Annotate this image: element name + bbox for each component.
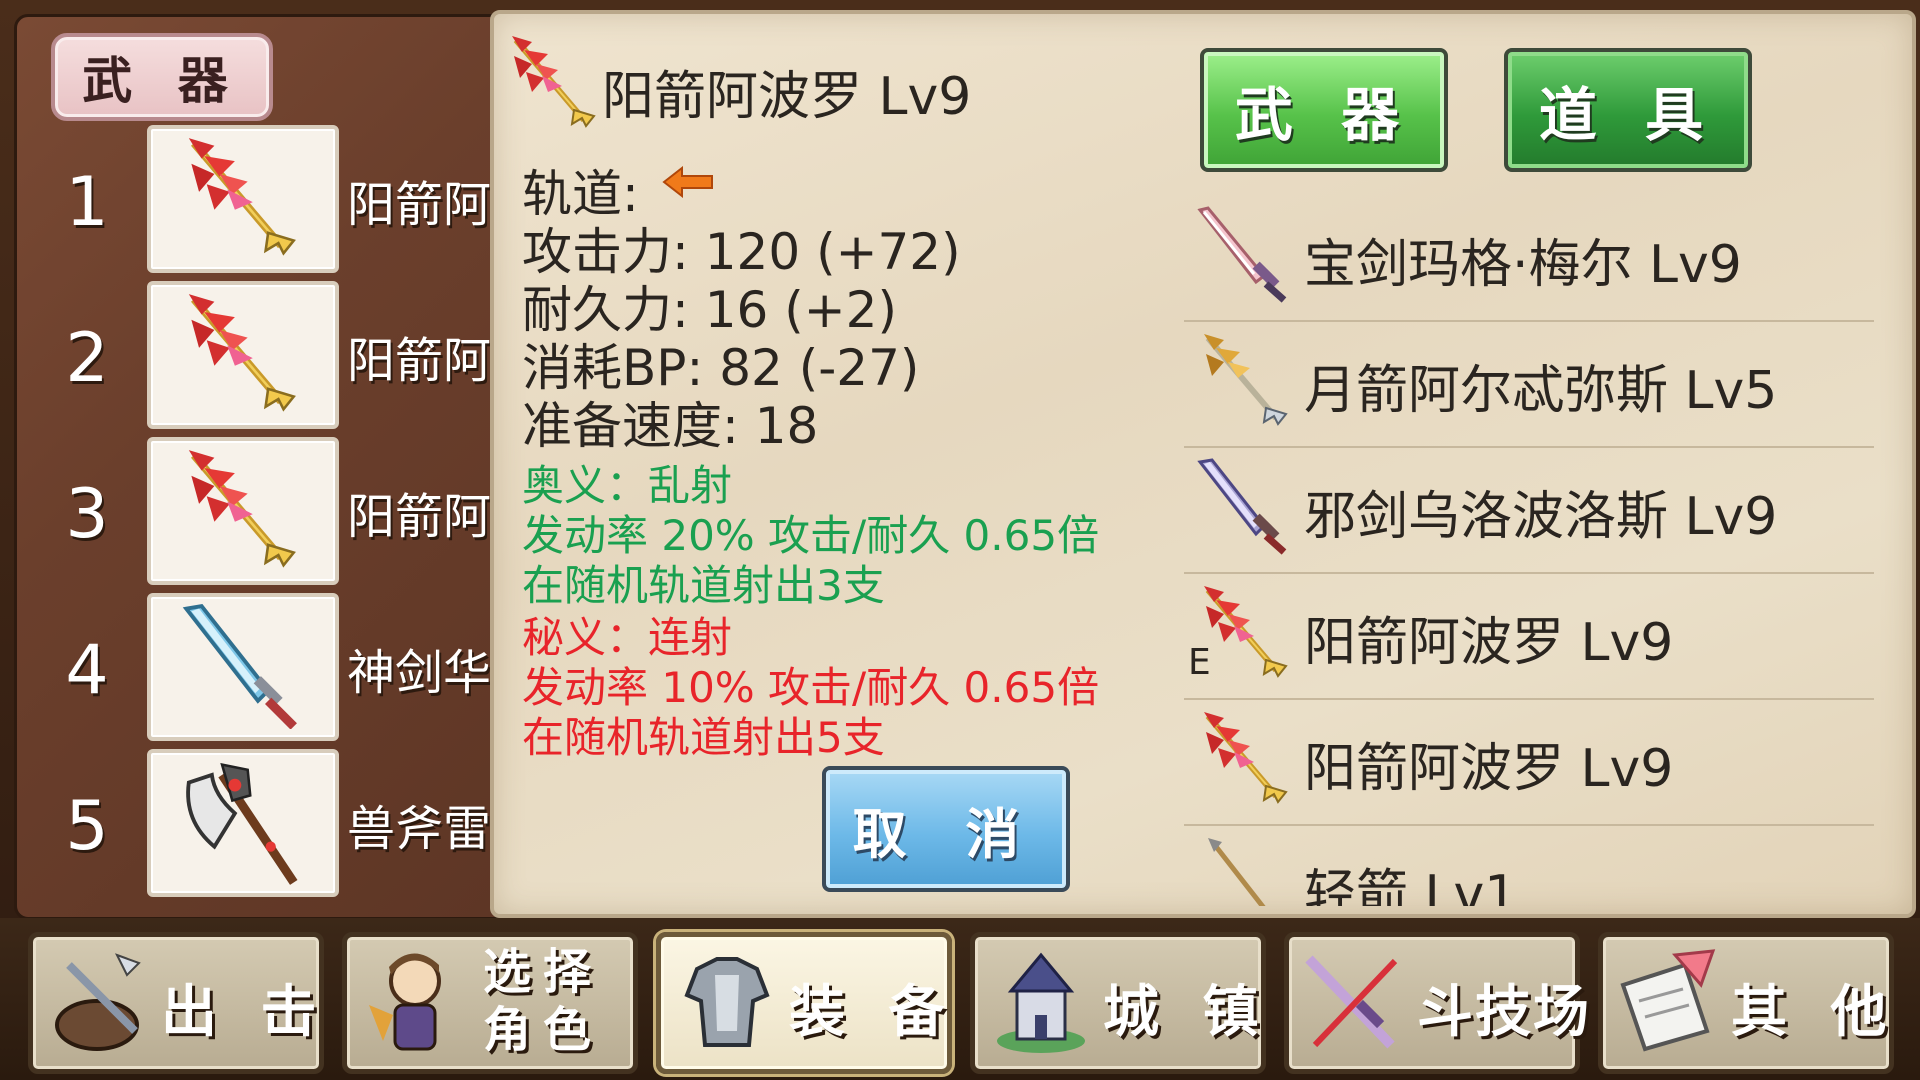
weapon-name: 宝剑玛格·梅尔 Lv9 [1304,235,1742,295]
weapon-list-item[interactable]: 轻箭 Lv1 [1184,824,1874,906]
weapon-list-item[interactable]: 宝剑玛格·梅尔 Lv9 [1184,194,1874,322]
nav-sortie-button[interactable]: 出 击 [28,932,324,1074]
nav-label: 装 备 [789,980,957,1045]
slot-weapon-name: 阳箭阿 [347,177,492,233]
sun-arrow-icon [502,32,602,132]
slot-number: 4 [65,631,109,710]
bottom-nav: 出 击 选择 角色 装 备 城 镇 斗技场 其 他 [0,918,1920,1080]
pink-sword-icon [1194,204,1294,304]
nav-label: 出 击 [161,980,329,1045]
weapon-list-item[interactable]: E 阳箭阿波罗 Lv9 [1184,572,1874,700]
weapon-list-item[interactable]: 邪剑乌洛波洛斯 Lv9 [1184,446,1874,574]
weapon-slot-2[interactable]: 2 阳箭阿 [17,281,497,431]
slot-weapon-name: 神剑华 [347,645,492,701]
panel-title: 武 器 [51,33,273,121]
left-arrow-icon [662,166,713,198]
weapon-name: 邪剑乌洛波洛斯 Lv9 [1304,487,1778,547]
weapon-name: 月箭阿尔忒弥斯 Lv5 [1304,361,1778,421]
nav-label: 其 他 [1731,980,1899,1045]
slot-number: 1 [65,163,109,242]
sun-arrow-icon [165,133,315,261]
slot-number: 3 [65,475,109,554]
moon-arrow-icon [1194,330,1294,430]
slot-number: 2 [65,319,109,398]
cancel-button[interactable]: 取 消 [822,766,1070,892]
beast-axe-icon [165,757,315,885]
tab-weapon[interactable]: 武 器 [1200,48,1448,172]
slot-weapon-name: 阳箭阿 [347,489,492,545]
sortie-icon [55,953,141,1051]
scroll-icon [1620,949,1716,1052]
slot-number: 5 [65,787,109,866]
weapon-title: 阳箭阿波罗 Lv9 [602,67,972,127]
weapon-slot-3[interactable]: 3 阳箭阿 [17,437,497,587]
sun-arrow-icon [165,289,315,417]
armor-icon [684,957,770,1047]
nav-equipment-button[interactable]: 装 备 [656,932,952,1074]
equipped-weapons-panel: 武 器 1 阳箭阿 2 阳箭阿 3 阳箭阿 4 神剑华 5 兽斧雷 [14,14,500,920]
weapon-slot-1[interactable]: 1 阳箭阿 [17,125,497,275]
sun-arrow-icon [165,445,315,573]
slot-weapon-name: 阳箭阿 [347,333,492,389]
tab-item[interactable]: 道 具 [1504,48,1752,172]
slot-icon-box[interactable] [147,125,339,273]
slot-icon-box[interactable] [147,749,339,897]
hidden-skill-desc: 在随机轨道射出5支 [522,713,885,762]
arena-icon [1305,955,1398,1049]
slot-icon-box[interactable] [147,437,339,585]
nav-label: 城 镇 [1103,980,1271,1045]
slot-icon-box[interactable] [147,281,339,429]
weapon-name: 轻箭 Lv1 [1304,865,1518,906]
town-icon [997,952,1085,1053]
blue-sword-icon [165,601,315,729]
slot-weapon-name: 兽斧雷 [347,801,492,857]
evil-sword-icon [1194,456,1294,556]
nav-character-button[interactable]: 选择 角色 [342,932,638,1074]
nav-label: 斗技场 [1417,980,1591,1045]
nav-arena-button[interactable]: 斗技场 [1284,932,1589,1074]
weapon-name: 阳箭阿波罗 Lv9 [1304,613,1674,673]
prep-speed-stat: 准备速度: 18 [522,397,819,455]
weapon-name: 阳箭阿波罗 Lv9 [1304,739,1674,799]
equipped-mark: E [1188,642,1211,683]
weapon-slot-5[interactable]: 5 兽斧雷 [17,749,497,899]
weapon-detail-panel: 阳箭阿波罗 Lv9 轨道: 攻击力: 120 (+72) 耐久力: 16 (+2… [490,10,1916,918]
nav-town-button[interactable]: 城 镇 [970,932,1266,1074]
slot-icon-box[interactable] [147,593,339,741]
character-icon [369,953,441,1051]
weapon-list-item[interactable]: 阳箭阿波罗 Lv9 [1184,698,1874,826]
light-arrow-icon [1194,834,1294,906]
weapon-slot-4[interactable]: 4 神剑华 [17,593,497,743]
nav-label: 选择 角色 [483,944,604,1058]
weapon-list-item[interactable]: 月箭阿尔忒弥斯 Lv5 [1184,320,1874,448]
sun-arrow-icon [1194,708,1294,808]
nav-other-button[interactable]: 其 他 [1598,932,1894,1074]
